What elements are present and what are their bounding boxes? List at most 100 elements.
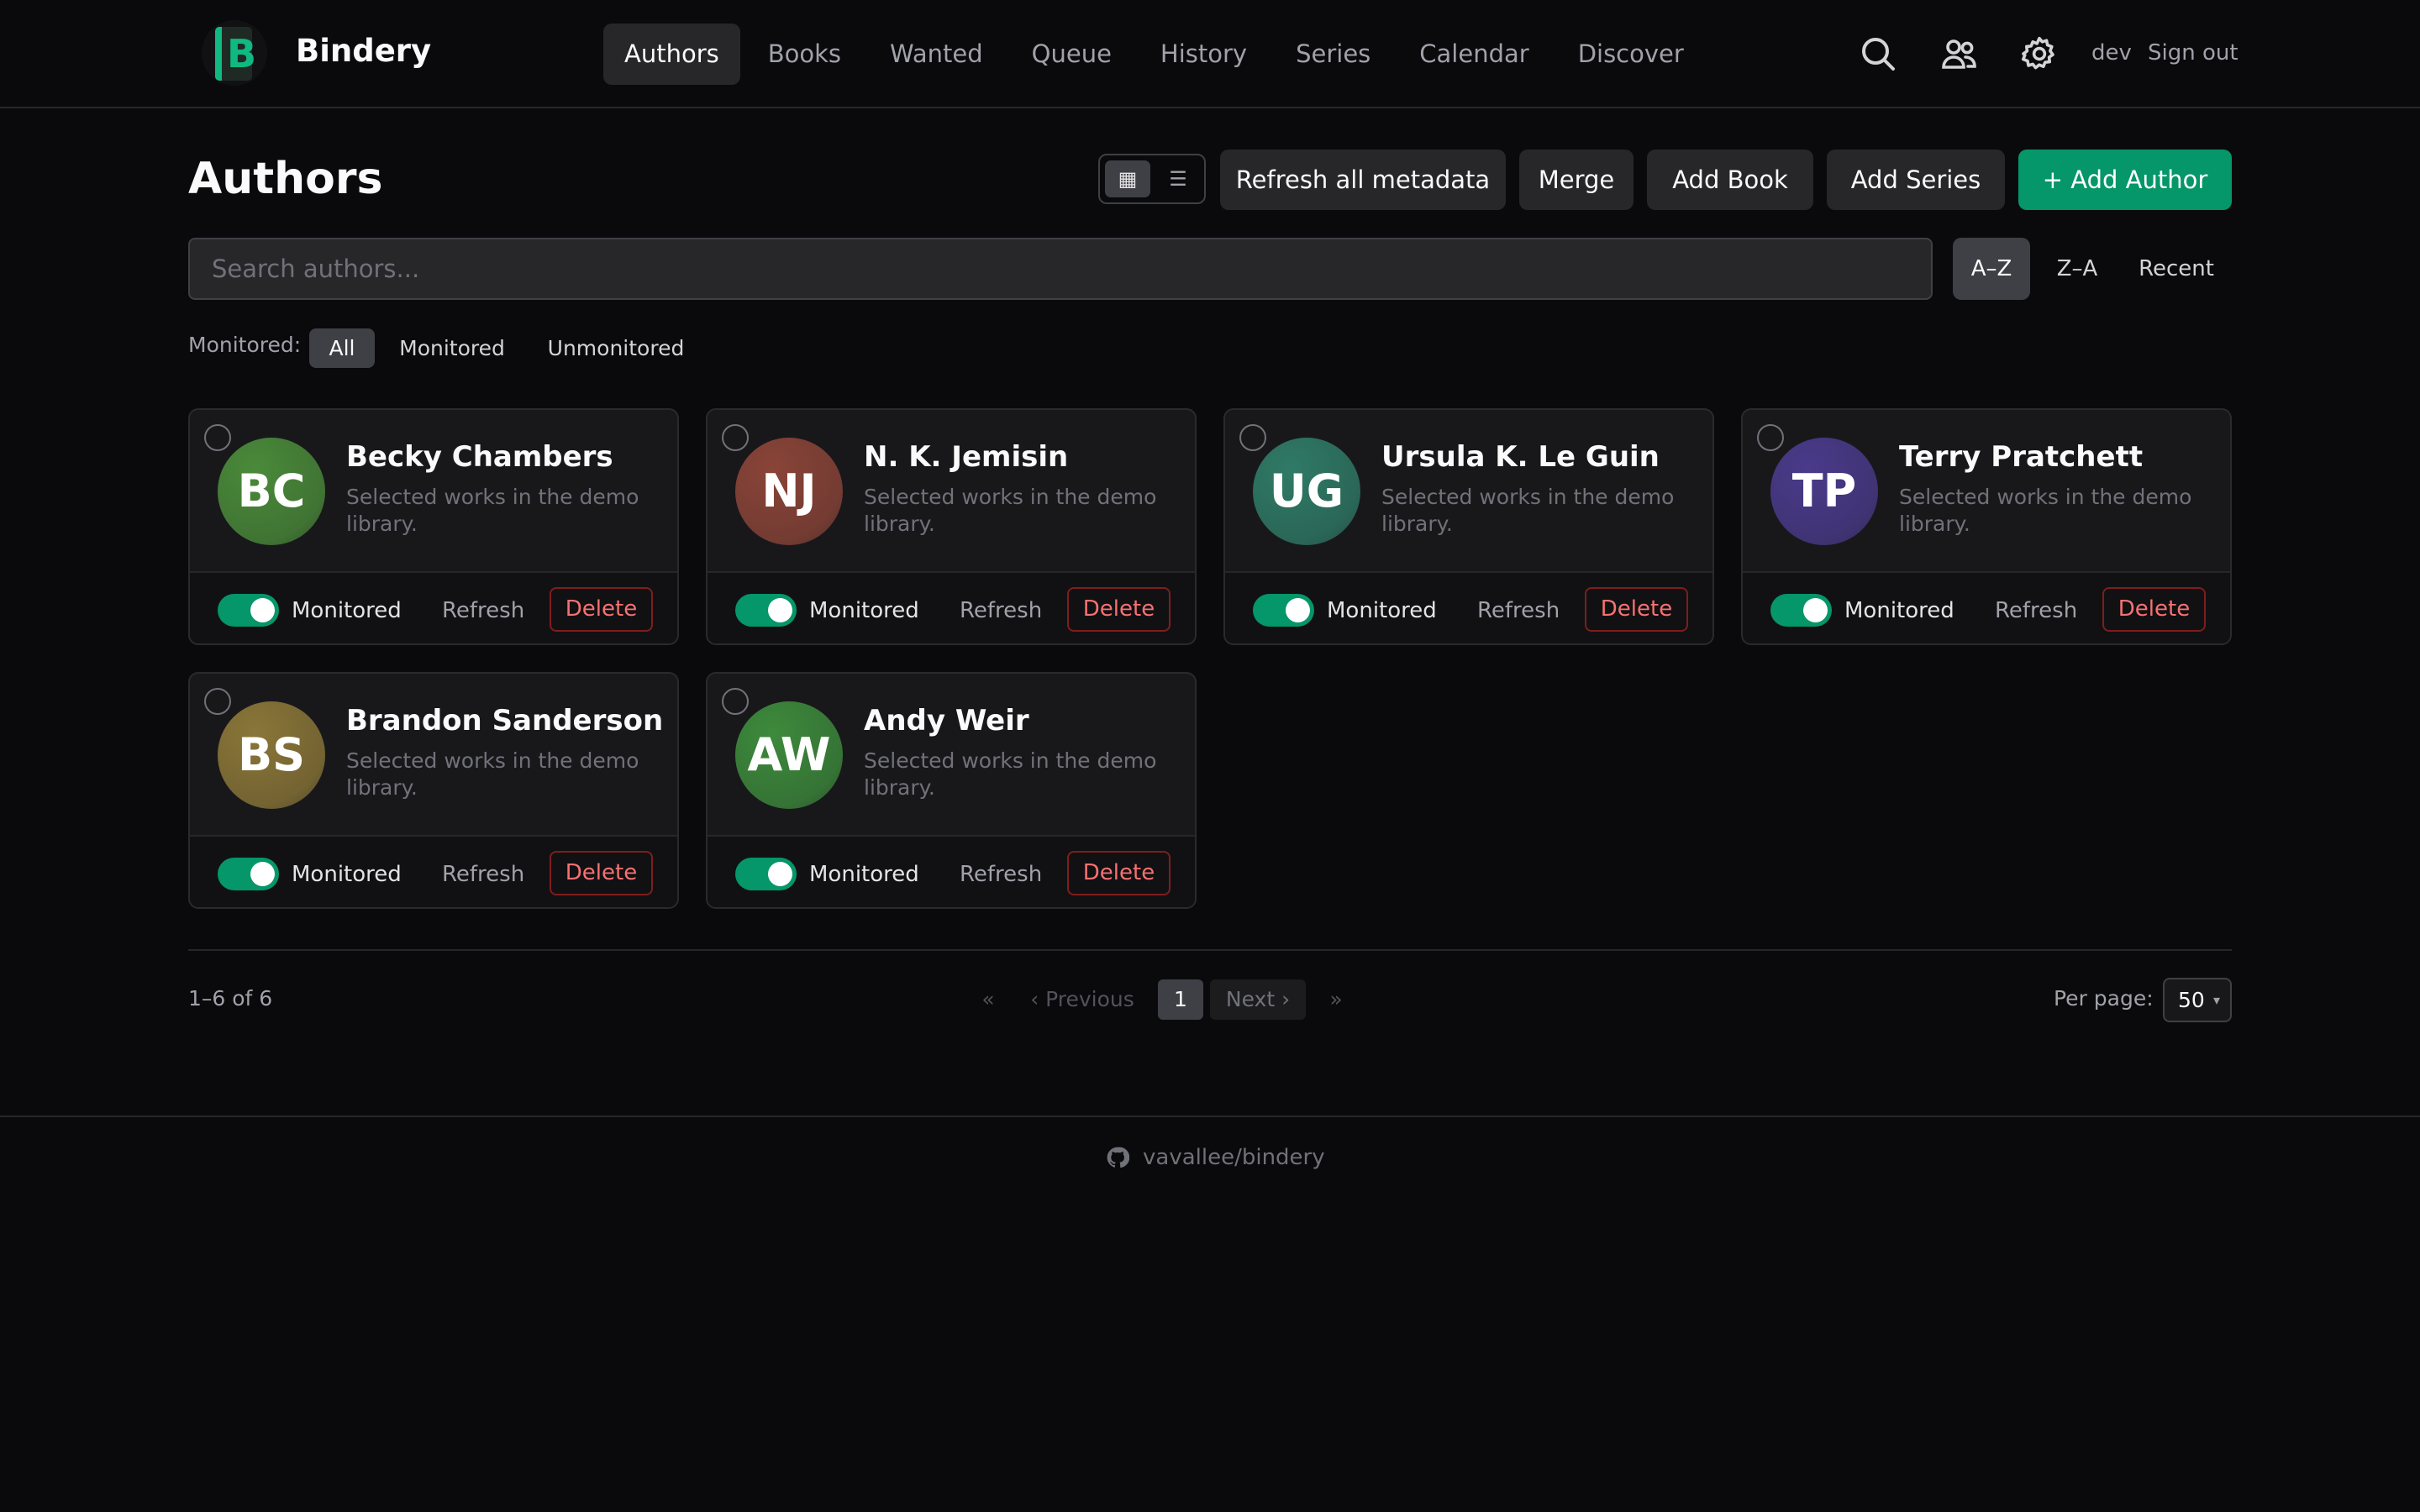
delete-button[interactable]: Delete <box>2102 587 2206 632</box>
search-authors-input[interactable] <box>188 238 1933 300</box>
filter-monitored[interactable]: Monitored <box>388 328 516 368</box>
refresh-all-metadata-button[interactable]: Refresh all metadata <box>1220 150 1506 210</box>
monitored-toggle[interactable] <box>1770 594 1832 627</box>
logo-letter: B <box>227 31 257 76</box>
select-checkbox[interactable] <box>722 688 749 715</box>
delete-button[interactable]: Delete <box>550 851 653 895</box>
nav-history[interactable]: History <box>1139 24 1268 85</box>
avatar[interactable]: BC <box>218 438 325 545</box>
refresh-button[interactable]: Refresh <box>1477 596 1560 626</box>
merge-button[interactable]: Merge <box>1519 150 1634 210</box>
avatar[interactable]: NJ <box>735 438 843 545</box>
monitored-toggle[interactable] <box>1253 594 1314 627</box>
author-card: BS Brandon Sanderson Selected works in t… <box>188 672 679 909</box>
avatar[interactable]: UG <box>1253 438 1360 545</box>
page-1-button[interactable]: 1 <box>1158 979 1203 1020</box>
author-card: AW Andy Weir Selected works in the demo … <box>706 672 1197 909</box>
author-name[interactable]: Terry Pratchett <box>1899 438 2143 475</box>
previous-page-button[interactable]: ‹ Previous <box>1027 979 1138 1020</box>
nav-queue[interactable]: Queue <box>1011 24 1133 85</box>
first-page-button[interactable]: « <box>975 979 1002 1020</box>
card-actions: Monitored Refresh Delete <box>708 835 1195 907</box>
last-page-button[interactable]: » <box>1323 979 1349 1020</box>
main-nav: Authors Books Wanted Queue History Serie… <box>603 24 1705 85</box>
monitored-label: Monitored <box>1844 598 1954 623</box>
nav-discover[interactable]: Discover <box>1557 24 1705 85</box>
nav-books[interactable]: Books <box>747 24 862 85</box>
sign-out-link[interactable]: Sign out <box>2148 37 2238 69</box>
monitored-toggle[interactable] <box>735 858 797 890</box>
delete-button[interactable]: Delete <box>1067 587 1171 632</box>
add-series-button[interactable]: Add Series <box>1827 150 2005 210</box>
per-page-select[interactable]: 50 ▾ <box>2163 978 2232 1022</box>
select-checkbox[interactable] <box>722 424 749 451</box>
author-name[interactable]: Andy Weir <box>864 702 1029 739</box>
add-book-button[interactable]: Add Book <box>1647 150 1813 210</box>
github-repo-link[interactable]: vavallee/bindery <box>1106 1142 1325 1173</box>
filter-all[interactable]: All <box>309 328 375 368</box>
nav-wanted[interactable]: Wanted <box>869 24 1004 85</box>
card-actions: Monitored Refresh Delete <box>1225 571 1712 643</box>
monitored-label: Monitored <box>1327 598 1437 623</box>
delete-button[interactable]: Delete <box>1585 587 1688 632</box>
monitored-toggle[interactable] <box>218 858 279 890</box>
sort-recent[interactable]: Recent <box>2124 238 2228 300</box>
page-title: Authors <box>188 154 383 204</box>
book-logo-icon: B <box>215 27 256 81</box>
per-page-value: 50 <box>2178 988 2205 1012</box>
sort-z-a[interactable]: Z–A <box>2039 238 2116 300</box>
card-actions: Monitored Refresh Delete <box>190 571 677 643</box>
select-checkbox[interactable] <box>1757 424 1784 451</box>
monitored-label: Monitored <box>809 598 919 623</box>
author-card: NJ N. K. Jemisin Selected works in the d… <box>706 408 1197 645</box>
avatar[interactable]: AW <box>735 701 843 809</box>
app-logo[interactable]: B <box>202 20 267 86</box>
top-navigation-bar: B Bindery Authors Books Wanted Queue His… <box>0 0 2420 108</box>
next-page-button[interactable]: Next › <box>1210 979 1306 1020</box>
author-name[interactable]: Ursula K. Le Guin <box>1381 438 1660 475</box>
monitored-label: Monitored <box>292 598 402 623</box>
select-checkbox[interactable] <box>204 424 231 451</box>
monitored-toggle[interactable] <box>735 594 797 627</box>
monitored-label: Monitored <box>809 862 919 887</box>
nav-authors[interactable]: Authors <box>603 24 740 85</box>
avatar[interactable]: BS <box>218 701 325 809</box>
card-actions: Monitored Refresh Delete <box>190 835 677 907</box>
refresh-button[interactable]: Refresh <box>960 596 1042 626</box>
card-actions: Monitored Refresh Delete <box>1743 571 2230 643</box>
select-checkbox[interactable] <box>204 688 231 715</box>
author-name[interactable]: Becky Chambers <box>346 438 613 475</box>
author-card: UG Ursula K. Le Guin Selected works in t… <box>1223 408 1714 645</box>
filter-unmonitored[interactable]: Unmonitored <box>536 328 696 368</box>
avatar[interactable]: TP <box>1770 438 1878 545</box>
gear-icon[interactable] <box>2019 34 2060 74</box>
author-description: Selected works in the demo library. <box>346 748 639 800</box>
author-name[interactable]: N. K. Jemisin <box>864 438 1068 475</box>
username: dev <box>2091 40 2132 66</box>
author-name[interactable]: Brandon Sanderson <box>346 702 663 739</box>
delete-button[interactable]: Delete <box>1067 851 1171 895</box>
refresh-button[interactable]: Refresh <box>442 596 524 626</box>
delete-button[interactable]: Delete <box>550 587 653 632</box>
refresh-button[interactable]: Refresh <box>960 859 1042 890</box>
author-description: Selected works in the demo library. <box>1381 485 1675 536</box>
result-range: 1–6 of 6 <box>188 986 273 1011</box>
nav-calendar[interactable]: Calendar <box>1398 24 1549 85</box>
chevron-down-icon: ▾ <box>2212 992 2220 1008</box>
author-card: BC Becky Chambers Selected works in the … <box>188 408 679 645</box>
sort-a-z[interactable]: A–Z <box>1953 238 2030 300</box>
grid-view-icon[interactable]: ▦ <box>1105 160 1150 197</box>
app-name[interactable]: Bindery <box>296 32 431 71</box>
refresh-button[interactable]: Refresh <box>1995 596 2077 626</box>
monitored-toggle[interactable] <box>218 594 279 627</box>
nav-series[interactable]: Series <box>1275 24 1392 85</box>
users-icon[interactable] <box>1939 34 1979 74</box>
refresh-button[interactable]: Refresh <box>442 859 524 890</box>
author-card: TP Terry Pratchett Selected works in the… <box>1741 408 2232 645</box>
github-icon <box>1107 1147 1129 1168</box>
search-icon[interactable] <box>1858 34 1898 74</box>
add-author-button[interactable]: + Add Author <box>2018 150 2232 210</box>
card-actions: Monitored Refresh Delete <box>708 571 1195 643</box>
list-view-icon[interactable]: ☰ <box>1155 160 1201 197</box>
select-checkbox[interactable] <box>1239 424 1266 451</box>
